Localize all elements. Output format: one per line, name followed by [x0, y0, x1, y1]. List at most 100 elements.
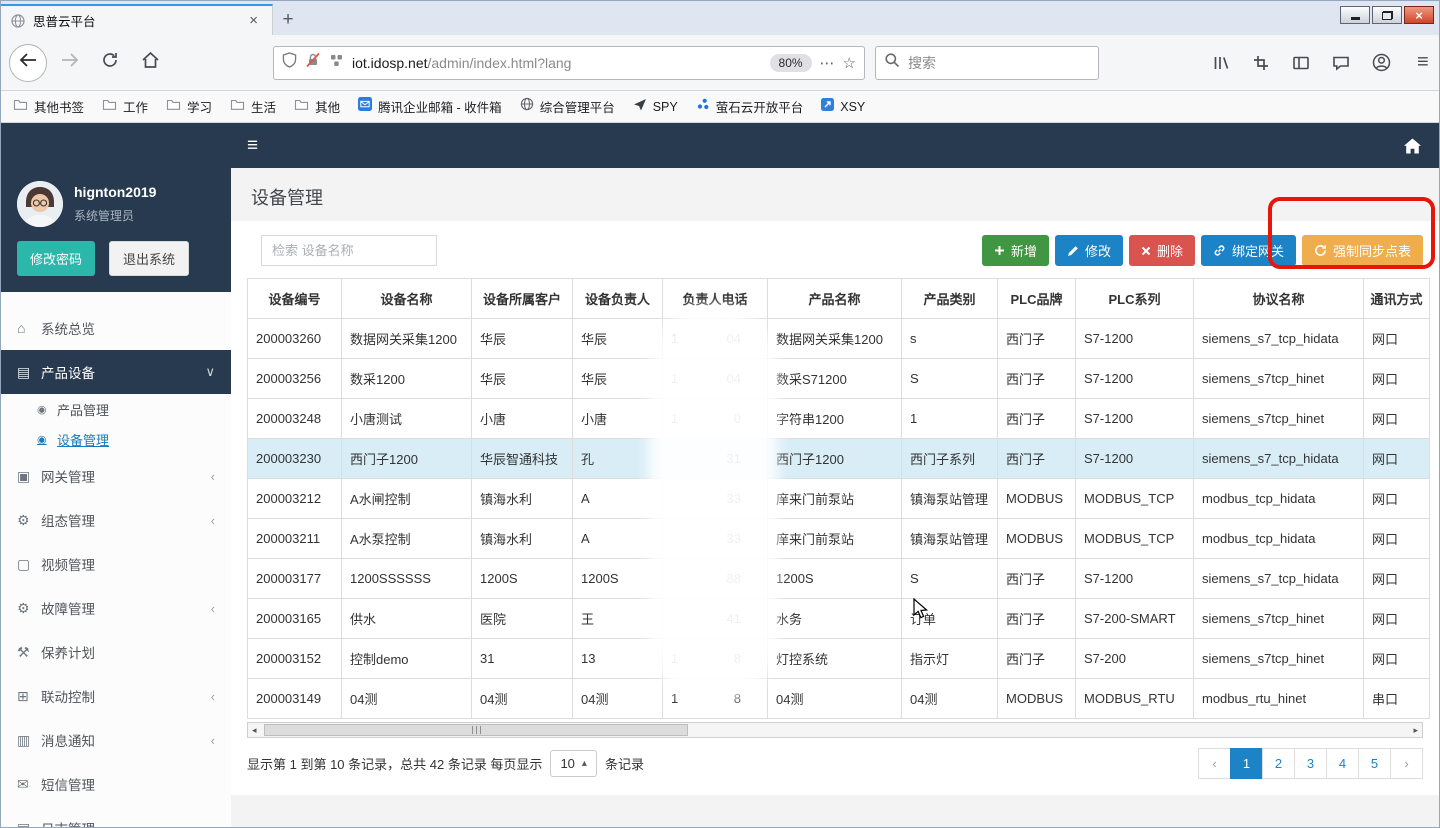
sidebar-item-fault-manage[interactable]: ⚙故障管理‹: [1, 586, 231, 630]
column-header[interactable]: 协议名称: [1194, 279, 1364, 319]
window-restore-button[interactable]: [1372, 6, 1402, 24]
sidebar-item-linkage-control[interactable]: ⊞联动控制‹: [1, 674, 231, 718]
add-button[interactable]: 新增: [982, 235, 1049, 266]
column-header[interactable]: 设备负责人: [573, 279, 663, 319]
bookmark-item[interactable]: 其他: [294, 97, 340, 116]
device-search-input[interactable]: [261, 235, 437, 266]
bookmark-item[interactable]: XSY: [821, 98, 865, 116]
permissions-icon[interactable]: [329, 53, 344, 73]
pagination-prev[interactable]: ‹: [1198, 748, 1231, 779]
bookmark-item[interactable]: SPY: [633, 97, 678, 116]
table-cell: 网口: [1364, 439, 1430, 479]
bookmark-item[interactable]: 学习: [166, 97, 212, 116]
bookmark-item[interactable]: 腾讯企业邮箱 - 收件箱: [358, 97, 502, 116]
sidebar-item-product-manage[interactable]: ◉产品管理: [1, 394, 231, 424]
column-header[interactable]: 通讯方式: [1364, 279, 1430, 319]
browser-search-input[interactable]: [908, 55, 1090, 71]
table-row[interactable]: 200003260数据网关采集1200华辰华辰104数据网关采集1200s西门子…: [248, 319, 1430, 359]
table-row[interactable]: 200003230西门子1200华辰智通科技孔31西门子1200西门子系列西门子…: [248, 439, 1430, 479]
column-header[interactable]: 产品类别: [902, 279, 998, 319]
pagination-page-4[interactable]: 4: [1326, 748, 1359, 779]
table-row[interactable]: 200003211A水泵控制镇海水利A33庠来门前泵站镇海泵站管理MODBUSM…: [248, 519, 1430, 559]
app-home-icon[interactable]: [1404, 138, 1421, 153]
change-password-button[interactable]: 修改密码: [17, 241, 95, 276]
url-text[interactable]: iot.idosp.net/admin/index.html?lang: [352, 55, 762, 71]
page-actions-icon[interactable]: ⋯: [820, 54, 835, 72]
table-row[interactable]: 200003212A水闸控制镇海水利A33庠来门前泵站镇海泵站管理MODBUSM…: [248, 479, 1430, 519]
back-button[interactable]: [9, 44, 47, 82]
tab-close-icon[interactable]: ×: [245, 12, 262, 29]
pagination-page-5[interactable]: 5: [1358, 748, 1391, 779]
pagination-page-3[interactable]: 3: [1294, 748, 1327, 779]
reload-button[interactable]: [93, 46, 127, 80]
bookmark-item[interactable]: 综合管理平台: [520, 97, 615, 116]
pagination-page-1[interactable]: 1: [1230, 748, 1263, 779]
bookmark-item[interactable]: 工作: [102, 97, 148, 116]
bookmark-item[interactable]: 其他书签: [13, 97, 84, 116]
avatar[interactable]: [17, 181, 63, 227]
column-header[interactable]: 设备所属客户: [472, 279, 573, 319]
column-header[interactable]: 设备编号: [248, 279, 342, 319]
sidebar-item-message-notice[interactable]: ▥消息通知‹: [1, 718, 231, 762]
sidebar-item-overview[interactable]: ⌂系统总览: [1, 306, 231, 350]
pagination-page-2[interactable]: 2: [1262, 748, 1295, 779]
screenshot-icon[interactable]: [1251, 53, 1271, 73]
column-header[interactable]: PLC品牌: [998, 279, 1076, 319]
bookmark-star-icon[interactable]: ☆: [843, 54, 856, 72]
column-header[interactable]: PLC系列: [1076, 279, 1194, 319]
url-domain: iot.idosp.net: [352, 55, 428, 71]
bookmark-item[interactable]: 萤石云开放平台: [696, 97, 804, 116]
edit-button[interactable]: 修改: [1055, 235, 1123, 266]
table-row[interactable]: 200003152控制demo311318灯控系统指示灯西门子S7-200sie…: [248, 639, 1430, 679]
sidebar-item-gateway-manage[interactable]: ▣网关管理‹: [1, 454, 231, 498]
sidebar-item-video-manage[interactable]: ▢视频管理: [1, 542, 231, 586]
library-icon[interactable]: [1211, 53, 1231, 73]
back-arrow-icon: [18, 51, 38, 74]
forward-button[interactable]: [53, 46, 87, 80]
page-size-select[interactable]: 10 ▴: [550, 750, 597, 777]
bookmark-item[interactable]: 生活: [230, 97, 276, 116]
sidebar-toggle-icon[interactable]: ≡: [247, 135, 258, 157]
scrollbar-thumb[interactable]: [264, 724, 688, 736]
sidebar-item-sms-manage[interactable]: ✉短信管理: [1, 762, 231, 806]
bind-gateway-button[interactable]: 绑定网关: [1201, 235, 1296, 266]
horizontal-scrollbar[interactable]: ◂ ▸: [247, 722, 1423, 738]
browser-tab[interactable]: 思普云平台 ×: [1, 4, 273, 35]
window-minimize-button[interactable]: [1340, 6, 1370, 24]
shield-icon[interactable]: [282, 52, 297, 73]
table-cell: 庠来门前泵站: [768, 519, 902, 559]
sidebar-item-maintain-plan[interactable]: ⚒保养计划: [1, 630, 231, 674]
caret-up-icon: ▴: [582, 758, 587, 769]
table-cell: 200003149: [248, 679, 342, 719]
scroll-right-icon[interactable]: ▸: [1413, 725, 1418, 736]
table-row[interactable]: 200003165供水医院王41水务订单西门子S7-200-SMARTsieme…: [248, 599, 1430, 639]
browser-search[interactable]: [875, 46, 1099, 80]
table-row[interactable]: 20000314904测04测04测1804测04测MODBUSMODBUS_R…: [248, 679, 1430, 719]
url-bar[interactable]: iot.idosp.net/admin/index.html?lang 80% …: [273, 46, 865, 80]
window-close-button[interactable]: ×: [1404, 6, 1434, 24]
home-button[interactable]: [133, 46, 167, 80]
column-header[interactable]: 产品名称: [768, 279, 902, 319]
column-header[interactable]: 设备名称: [342, 279, 472, 319]
table-row[interactable]: 200003256数采1200华辰华辰104数采S71200S西门子S7-120…: [248, 359, 1430, 399]
force-sync-button[interactable]: 强制同步点表: [1302, 235, 1423, 266]
new-tab-button[interactable]: +: [273, 4, 303, 35]
sidebars-icon[interactable]: [1291, 53, 1311, 73]
zoom-indicator[interactable]: 80%: [770, 54, 812, 72]
sidebar-item-log-manage[interactable]: ▤日志管理: [1, 806, 231, 828]
delete-button[interactable]: 删除: [1129, 235, 1195, 266]
scroll-left-icon[interactable]: ◂: [252, 725, 257, 736]
sidebar-item-product-device[interactable]: ▤产品设备∨: [1, 350, 231, 394]
insecure-lock-icon[interactable]: [305, 52, 321, 73]
account-icon[interactable]: [1371, 53, 1391, 73]
pagination-next[interactable]: ›: [1390, 748, 1423, 779]
sidebar-item-device-manage[interactable]: ◉设备管理: [1, 424, 231, 454]
menu-hamburger-icon[interactable]: ≡: [1417, 51, 1429, 74]
main-content: 设备管理 新增修改删除绑定网关强制同步点表 设备编号设备名称设备所属客户设备负责…: [231, 168, 1439, 828]
messages-icon[interactable]: [1331, 53, 1351, 73]
logout-button[interactable]: 退出系统: [109, 241, 189, 276]
column-header[interactable]: 负责人电话: [663, 279, 768, 319]
sidebar-item-scada-manage[interactable]: ⚙组态管理‹: [1, 498, 231, 542]
table-row[interactable]: 2000031771200SSSSSS1200S1200S881200SS西门子…: [248, 559, 1430, 599]
table-row[interactable]: 200003248小唐测试小唐小唐10字符串12001西门子S7-1200sie…: [248, 399, 1430, 439]
